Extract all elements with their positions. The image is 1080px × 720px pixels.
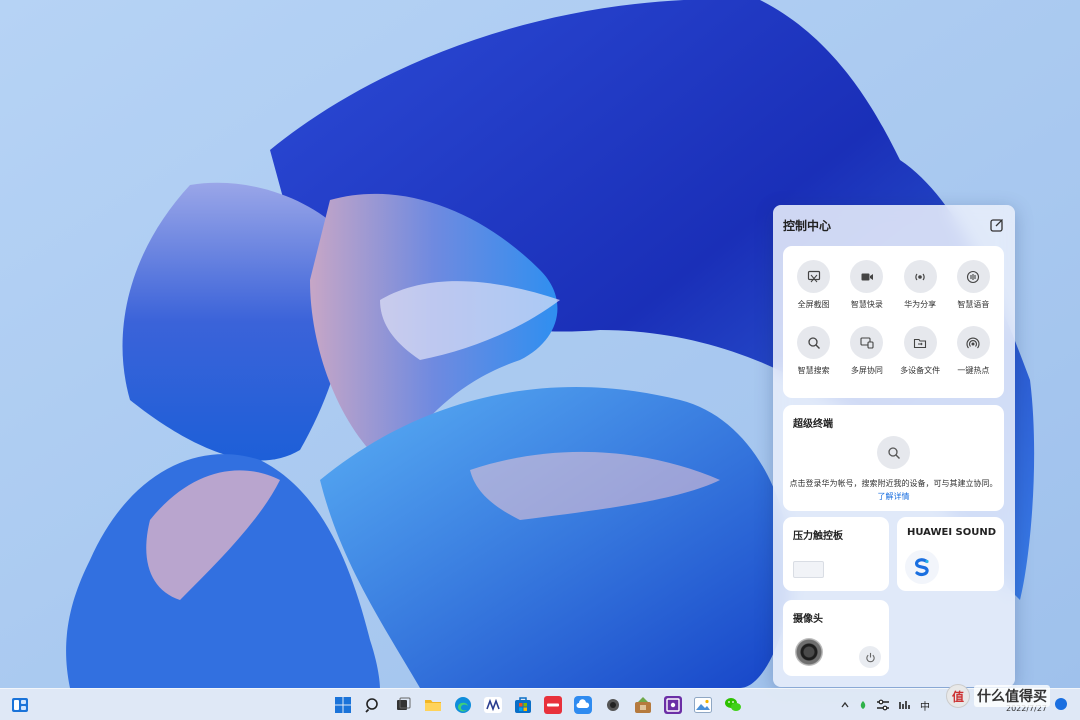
share-icon [903, 260, 937, 293]
voice-icon [956, 260, 990, 293]
record-icon [850, 260, 884, 293]
watermark-text: 什么值得买 [974, 685, 1050, 707]
quick-action-label: 多设备文件 [900, 366, 941, 375]
watermark-badge: 值 [946, 684, 970, 708]
ime-indicator[interactable]: 中 [920, 695, 930, 715]
quick-action-huawei-share[interactable]: 华为分享 [894, 260, 947, 310]
control-center-header: 控制中心 [783, 215, 1005, 235]
taskbar-apps [331, 693, 745, 717]
task-view-icon[interactable] [391, 693, 415, 717]
touchpad-title: 压力触控板 [793, 531, 843, 542]
edit-icon[interactable] [989, 217, 1005, 233]
quick-actions-grid: 全屏截图 智慧快录 华为分享 智慧语音 智慧搜索 多屏协同 多设备文件 一键热点 [787, 260, 1000, 376]
folder-icon[interactable] [421, 693, 445, 717]
power-icon [865, 652, 875, 662]
control-center-title: 控制中心 [783, 218, 832, 233]
quick-action-label: 一键热点 [957, 366, 990, 375]
search-icon [887, 446, 900, 459]
purple-screen-icon[interactable] [661, 693, 685, 717]
super-device-description: 点击登录华为帐号，搜索附近我的设备，可与其建立协同。 了解详情 [789, 477, 998, 503]
system-tray: 中 [840, 695, 930, 715]
widgets-button[interactable] [11, 696, 29, 714]
quick-action-smart-search[interactable]: 智慧搜索 [787, 326, 840, 376]
gallery-icon[interactable] [691, 693, 715, 717]
quick-actions-card: 全屏截图 智慧快录 华为分享 智慧语音 智慧搜索 多屏协同 多设备文件 一键热点 [783, 246, 1004, 398]
edge-browser-icon[interactable] [451, 693, 475, 717]
quick-action-label: 智慧语音 [957, 300, 990, 309]
camera-power-button[interactable] [859, 646, 881, 668]
quick-action-hotspot[interactable]: 一键热点 [947, 326, 1000, 376]
huawei-red-icon[interactable] [541, 693, 565, 717]
windows-start-icon[interactable] [331, 693, 355, 717]
quick-action-label: 智慧搜索 [797, 366, 830, 375]
super-device-title: 超级终端 [793, 419, 833, 430]
super-device-description-text: 点击登录华为帐号，搜索附近我的设备，可与其建立协同。 [789, 479, 998, 488]
store-icon[interactable] [511, 693, 535, 717]
huawei-sound-logo-icon[interactable] [905, 550, 939, 584]
touchpad-pressure-control[interactable] [793, 561, 824, 578]
wechat-icon[interactable] [721, 693, 745, 717]
quick-action-smart-voice[interactable]: 智慧语音 [947, 260, 1000, 310]
touchpad-card[interactable]: 压力触控板 [783, 517, 889, 591]
device-search-button[interactable] [877, 436, 910, 469]
quick-action-label: 智慧快录 [850, 300, 883, 309]
search-icon [797, 326, 831, 359]
super-device-card: 超级终端 点击登录华为帐号，搜索附近我的设备，可与其建立协同。 了解详情 [783, 405, 1004, 511]
audio-equalizer-icon[interactable] [898, 695, 912, 715]
camera-card: 摄像头 [783, 600, 889, 676]
hotspot-icon [956, 326, 990, 359]
quick-action-smart-record[interactable]: 智慧快录 [840, 260, 893, 310]
chevron-up-icon[interactable] [840, 695, 850, 715]
notification-icon[interactable] [1055, 698, 1067, 710]
learn-more-link[interactable]: 了解详情 [878, 492, 910, 501]
control-center-panel: 控制中心 全屏截图 智慧快录 华为分享 智慧语音 智慧搜索 多屏协同 多设备文件… [773, 205, 1015, 687]
huawei-sound-card[interactable]: HUAWEI SOUND [897, 517, 1004, 591]
huawei-sound-title: HUAWEI SOUND [907, 527, 997, 538]
taskbar: 中 2022/7/27 [0, 688, 1080, 720]
quick-action-label: 全屏截图 [797, 300, 830, 309]
app-bridge-icon[interactable] [481, 693, 505, 717]
cloud-icon[interactable] [571, 693, 595, 717]
quick-action-multi-screen[interactable]: 多屏协同 [840, 326, 893, 376]
folder-icon [903, 326, 937, 359]
control-center-toggle-icon[interactable] [876, 695, 890, 715]
quick-action-label: 华为分享 [904, 300, 937, 309]
quick-action-fullscreen-screenshot[interactable]: 全屏截图 [787, 260, 840, 310]
quick-action-multi-device-files[interactable]: 多设备文件 [894, 326, 947, 376]
search-icon[interactable] [361, 693, 385, 717]
quick-action-label: 多屏协同 [850, 366, 883, 375]
screenshot-icon [797, 260, 831, 293]
green-status-icon[interactable] [858, 695, 868, 715]
game-icon[interactable] [631, 693, 655, 717]
multi-screen-icon [850, 326, 884, 359]
camera-lens-icon [795, 638, 823, 666]
camera-title: 摄像头 [793, 614, 823, 625]
widgets-icon [12, 698, 28, 712]
camera-dot-icon[interactable] [601, 693, 625, 717]
site-watermark: 值 什么值得买 [946, 684, 1050, 708]
